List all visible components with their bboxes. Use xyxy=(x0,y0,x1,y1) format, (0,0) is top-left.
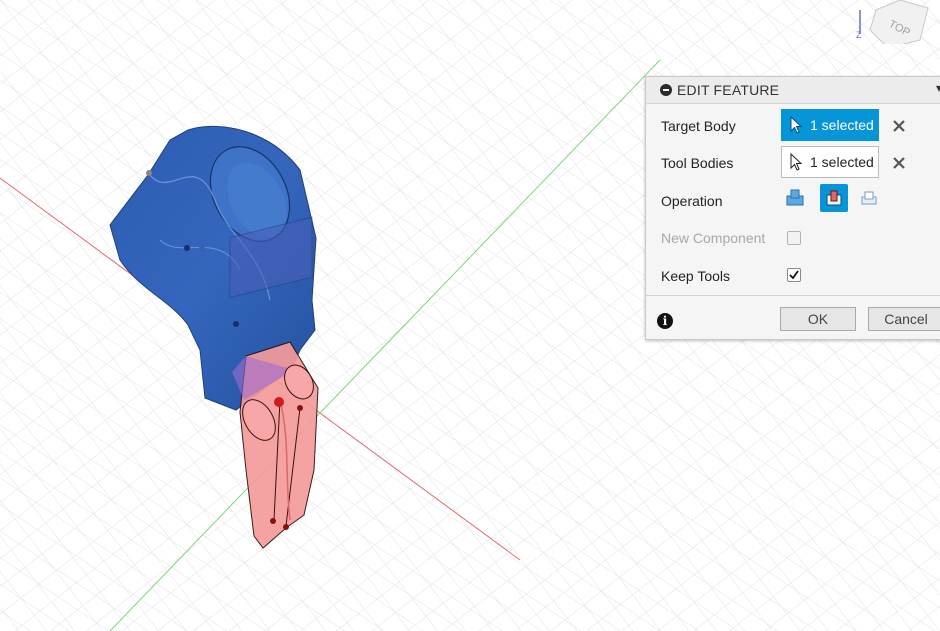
tool-bodies-selector[interactable]: 1 selected xyxy=(781,146,879,178)
target-body-clear-icon[interactable] xyxy=(891,118,907,134)
collapse-icon[interactable] xyxy=(660,84,672,96)
new-component-checkbox[interactable] xyxy=(787,231,801,245)
target-body-label: Target Body xyxy=(661,118,736,134)
tool-bodies-label: Tool Bodies xyxy=(661,155,734,171)
panel-options-icon[interactable]: ▾ xyxy=(936,81,940,95)
keep-tools-label: Keep Tools xyxy=(661,268,731,284)
intersect-icon[interactable] xyxy=(856,185,882,211)
edit-feature-panel: EDIT FEATURE ▾ Target Body 1 selected To… xyxy=(645,76,940,340)
panel-header[interactable]: EDIT FEATURE ▾ xyxy=(646,77,940,104)
cut-button[interactable] xyxy=(820,184,848,212)
cursor-icon xyxy=(790,116,803,134)
panel-footer-divider xyxy=(646,295,940,296)
target-body-value: 1 selected xyxy=(810,117,874,133)
z-axis-label: Z xyxy=(856,30,862,40)
cut-icon xyxy=(826,190,842,206)
info-icon[interactable]: i xyxy=(657,313,673,329)
ok-button[interactable]: OK xyxy=(780,307,856,331)
panel-title: EDIT FEATURE xyxy=(677,82,780,98)
target-body-selector[interactable]: 1 selected xyxy=(781,109,879,141)
keep-tools-checkbox[interactable] xyxy=(787,268,801,282)
join-icon[interactable] xyxy=(782,185,808,211)
tool-bodies-clear-icon[interactable] xyxy=(891,155,907,171)
new-component-label: New Component xyxy=(661,230,766,246)
cursor-icon xyxy=(790,153,803,171)
tool-bodies-value: 1 selected xyxy=(810,154,874,170)
viewcube[interactable]: TOP Z xyxy=(848,0,940,44)
operation-label: Operation xyxy=(661,193,723,209)
checkmark-icon xyxy=(789,270,799,280)
cancel-button[interactable]: Cancel xyxy=(868,307,940,331)
